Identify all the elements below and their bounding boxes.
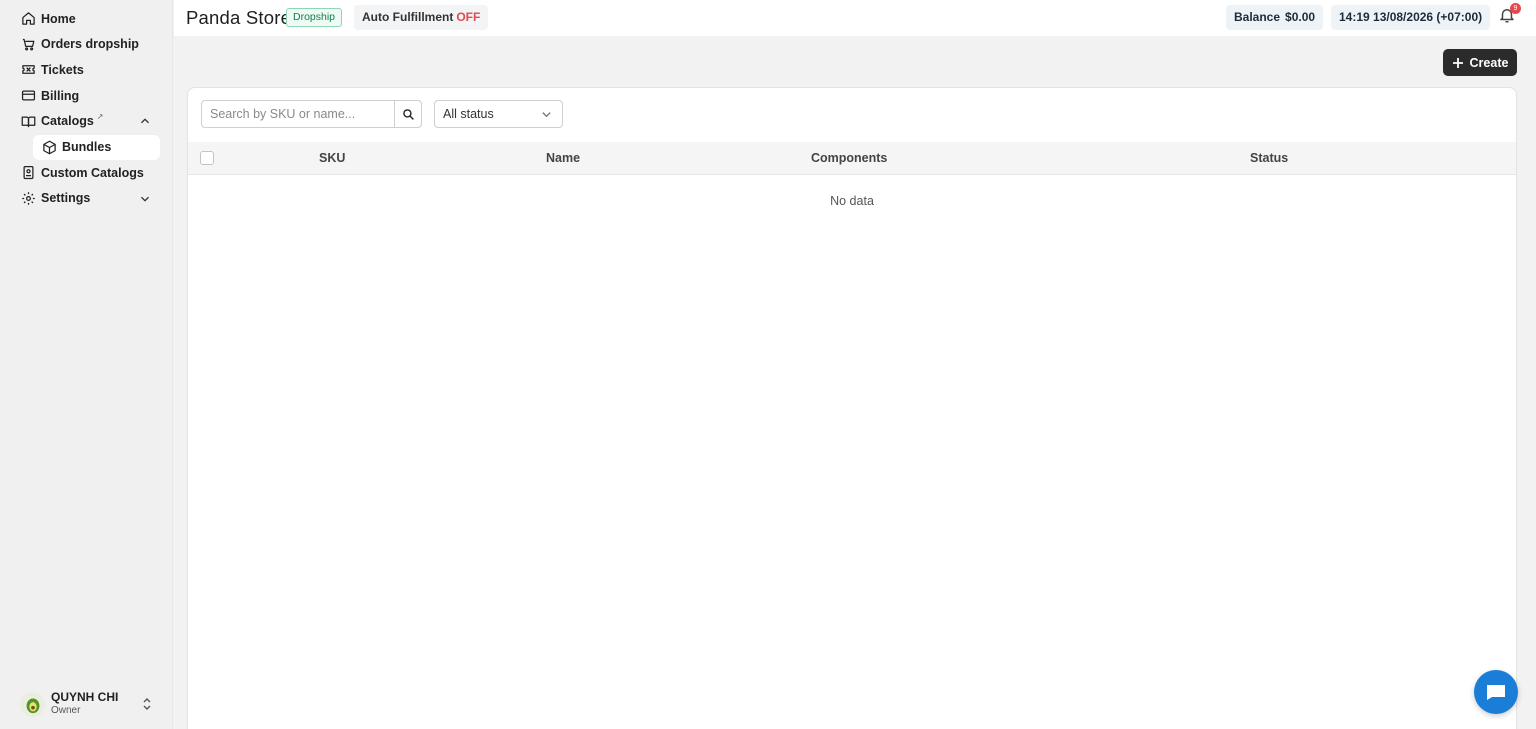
cart-icon: [20, 36, 36, 52]
column-header-components[interactable]: Components: [811, 151, 887, 165]
auto-fulfillment-state: OFF: [456, 10, 481, 24]
chevron-up-icon[interactable]: [138, 114, 152, 128]
sidebar-item-label: Billing: [41, 88, 80, 103]
chevron-updown-icon[interactable]: [141, 697, 153, 711]
datetime-badge: 14:19 13/08/2026 (+07:00): [1331, 5, 1491, 30]
sidebar: Home Orders dropship Tickets Billing Cat…: [0, 0, 173, 729]
sidebar-item-label: Custom Catalogs: [41, 165, 144, 180]
home-icon: [20, 11, 36, 27]
balance-badge[interactable]: Balance $0.00: [1226, 5, 1324, 30]
column-header-status[interactable]: Status: [1250, 151, 1288, 165]
bundles-panel: All status SKU Name Components Status No…: [187, 87, 1517, 729]
avatar: [20, 691, 45, 717]
gear-icon: [20, 190, 36, 206]
sidebar-item-label: Settings: [41, 191, 91, 206]
notification-badge: 9: [1510, 3, 1521, 14]
sidebar-item-label: Catalogs: [41, 114, 94, 129]
catalog-icon: [20, 165, 36, 181]
top-header: Panda Store Dropship Auto Fulfillment OFF…: [174, 0, 1536, 36]
sidebar-item-catalogs[interactable]: Catalogs ↗: [0, 108, 172, 134]
chat-icon: [1487, 685, 1505, 700]
book-icon: [20, 113, 36, 129]
chevron-down-icon: [541, 109, 552, 120]
user-role: Owner: [51, 705, 81, 716]
status-select-value: All status: [443, 107, 494, 121]
search-icon: [402, 108, 414, 120]
user-menu[interactable]: QUYNH CHI Owner: [20, 688, 155, 720]
auto-fulfillment-label: Auto Fulfillment: [362, 10, 454, 24]
create-button[interactable]: Create: [1443, 49, 1517, 76]
sidebar-item-label: Orders dropship: [41, 37, 139, 52]
sidebar-item-bundles[interactable]: Bundles: [33, 134, 160, 160]
search-input[interactable]: [202, 101, 394, 127]
column-header-name[interactable]: Name: [546, 151, 580, 165]
table-header: SKU Name Components Status: [188, 142, 1516, 175]
sidebar-item-label: Bundles: [62, 140, 112, 155]
sidebar-item-tickets[interactable]: Tickets: [0, 57, 172, 83]
search-button[interactable]: [394, 101, 421, 127]
dropship-tag: Dropship: [286, 8, 343, 27]
search-box: [201, 100, 422, 128]
status-select[interactable]: All status: [434, 100, 563, 128]
sidebar-item-billing[interactable]: Billing: [0, 83, 172, 109]
sidebar-item-label: Tickets: [41, 62, 84, 77]
sidebar-nav: Home Orders dropship Tickets Billing Cat…: [0, 0, 172, 211]
page-scrollbar[interactable]: [1527, 36, 1536, 729]
user-name: QUYNH CHI: [51, 690, 119, 704]
sidebar-item-settings[interactable]: Settings: [0, 186, 172, 212]
sidebar-item-label: Home: [41, 11, 76, 26]
credit-card-icon: [20, 88, 36, 104]
select-all-checkbox[interactable]: [200, 151, 214, 165]
plus-icon: [1452, 57, 1463, 68]
ticket-icon: [20, 62, 36, 78]
balance-label: Balance: [1234, 10, 1281, 24]
sidebar-item-custom-catalogs[interactable]: Custom Catalogs: [0, 160, 172, 186]
external-link-icon: ↗: [96, 111, 104, 121]
store-name: Panda Store: [186, 7, 292, 28]
auto-fulfillment-toggle[interactable]: Auto Fulfillment OFF: [354, 5, 489, 30]
sidebar-item-home[interactable]: Home: [0, 6, 172, 32]
chat-button[interactable]: [1474, 670, 1518, 714]
chevron-down-icon[interactable]: [138, 192, 152, 206]
empty-state: No data: [830, 194, 874, 208]
balance-value: $0.00: [1285, 10, 1316, 24]
sidebar-item-orders-dropship[interactable]: Orders dropship: [0, 32, 172, 58]
user-info: QUYNH CHI Owner: [51, 691, 118, 717]
column-header-sku[interactable]: SKU: [319, 151, 345, 165]
create-button-label: Create: [1469, 55, 1509, 70]
box-icon: [41, 139, 57, 155]
